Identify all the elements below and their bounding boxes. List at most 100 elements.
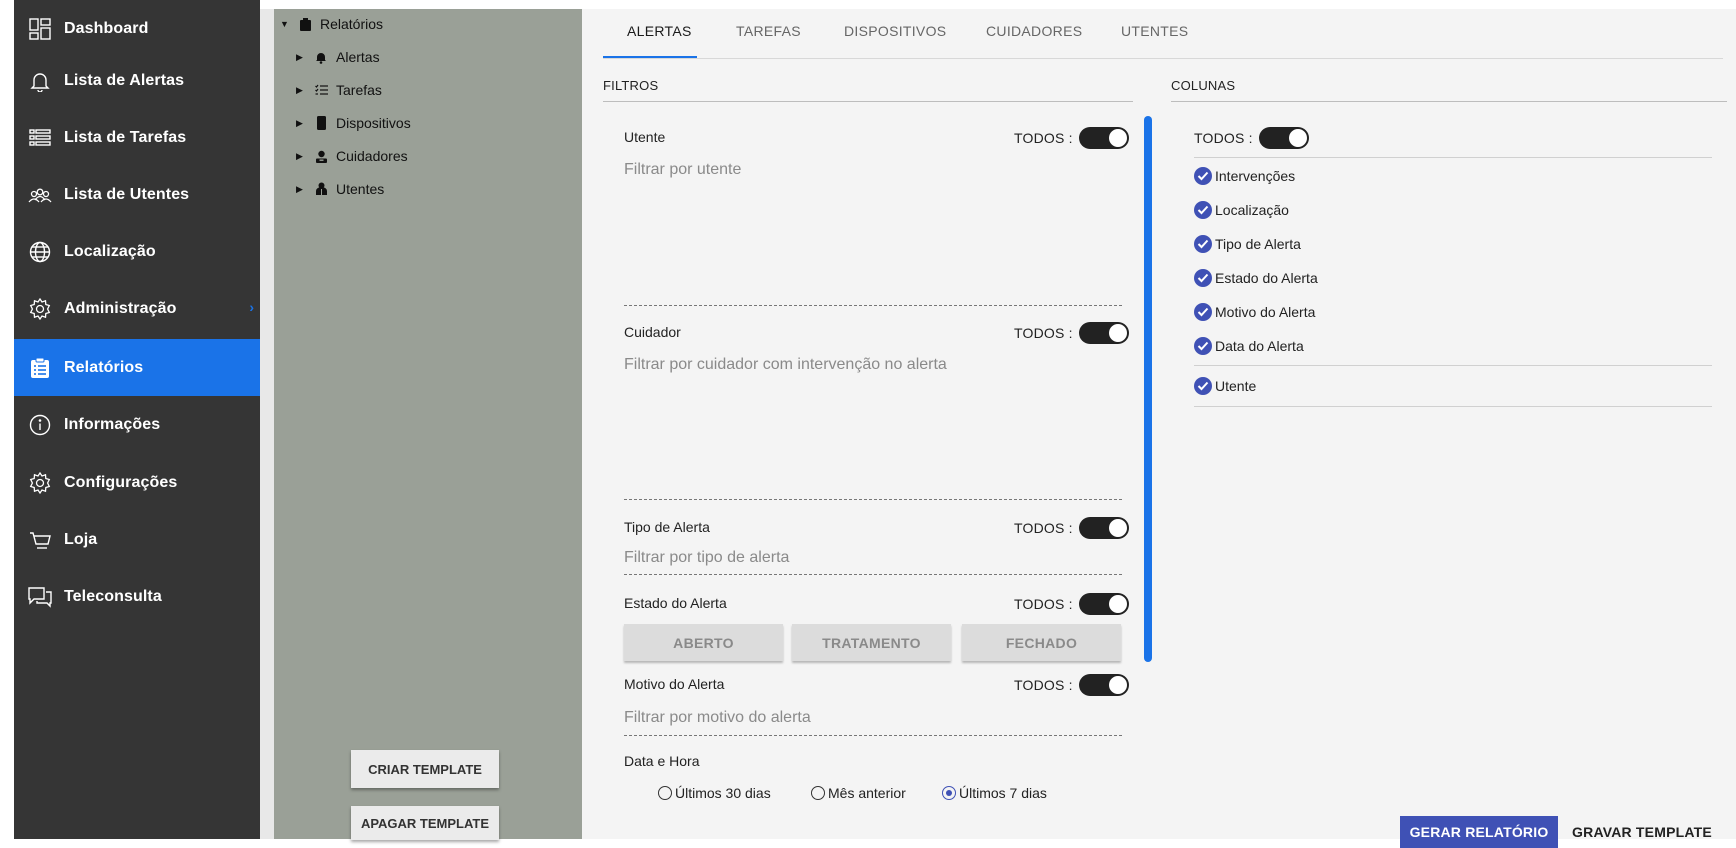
- column-option[interactable]: Intervenções: [1194, 167, 1295, 185]
- todos-label: TODOS :: [1014, 520, 1073, 536]
- filters-title: FILTROS: [603, 78, 659, 93]
- nav-relatorios[interactable]: Relatórios: [14, 339, 260, 396]
- sidebar: Dashboard Lista de Alertas Lista de Tare…: [14, 0, 260, 839]
- caret-right-icon: ▶: [296, 51, 303, 62]
- nav-informacoes[interactable]: Informações: [14, 396, 260, 453]
- check-circle-icon: [1194, 337, 1212, 355]
- todos-label: TODOS :: [1194, 130, 1253, 146]
- nav-label: Localização: [64, 242, 156, 260]
- column-option-utente[interactable]: Utente: [1194, 377, 1256, 395]
- cuidador-filter-label: Cuidador: [624, 324, 681, 340]
- people-icon: [28, 183, 52, 207]
- tree-label: Tarefas: [336, 82, 382, 98]
- nav-configuracoes[interactable]: Configurações: [14, 454, 260, 511]
- radio-mes-anterior[interactable]: Mês anterior: [811, 785, 906, 801]
- create-template-button[interactable]: CRIAR TEMPLATE: [351, 750, 499, 788]
- nav-label: Dashboard: [64, 19, 149, 37]
- cuidador-todos-toggle[interactable]: [1078, 322, 1129, 344]
- patient-icon: [314, 182, 328, 196]
- tree-item-dispositivos[interactable]: ▶ Dispositivos: [296, 115, 411, 131]
- tree-item-utentes[interactable]: ▶ Utentes: [296, 181, 384, 197]
- column-option[interactable]: Estado do Alerta: [1194, 269, 1318, 287]
- tree-item-tarefas[interactable]: ▶ Tarefas: [296, 82, 382, 98]
- cart-icon: [28, 528, 52, 552]
- nav-label: Lista de Tarefas: [64, 128, 187, 146]
- tab-cuidadores[interactable]: CUIDADORES: [986, 23, 1082, 39]
- estado-todos-toggle[interactable]: [1078, 593, 1129, 615]
- tipo-todos: TODOS :: [1014, 517, 1129, 539]
- save-template-button[interactable]: GRAVAR TEMPLATE: [1568, 816, 1716, 848]
- phone-icon: [314, 116, 328, 130]
- check-circle-icon: [1194, 235, 1212, 253]
- estado-aberto-button[interactable]: ABERTO: [624, 624, 783, 661]
- column-label: Localização: [1215, 202, 1289, 218]
- nav-label: Configurações: [64, 473, 178, 491]
- generate-report-button[interactable]: GERAR RELATÓRIO: [1400, 816, 1558, 848]
- tab-alertas[interactable]: ALERTAS: [627, 23, 692, 39]
- radio-circle-selected: [942, 786, 956, 800]
- columns-divider: [1194, 157, 1712, 158]
- tipo-filter-divider: [624, 574, 1122, 575]
- radio-ultimos-30-dias[interactable]: Últimos 30 dias: [658, 785, 771, 801]
- column-option[interactable]: Data do Alerta: [1194, 337, 1304, 355]
- column-option[interactable]: Tipo de Alerta: [1194, 235, 1301, 253]
- tipo-todos-toggle[interactable]: [1078, 517, 1129, 539]
- estado-tratamento-button[interactable]: TRATAMENTO: [792, 624, 951, 661]
- tipo-filter-label: Tipo de Alerta: [624, 519, 710, 535]
- tipo-filter-input[interactable]: Filtrar por tipo de alerta: [624, 549, 789, 567]
- radio-label: Mês anterior: [828, 785, 906, 801]
- columns-todos: TODOS :: [1194, 127, 1309, 149]
- nav-label: Informações: [64, 415, 161, 433]
- todos-label: TODOS :: [1014, 325, 1073, 341]
- nav-lista-tarefas[interactable]: Lista de Tarefas: [14, 109, 260, 166]
- tree-root-relatorios[interactable]: ▼ Relatórios: [280, 16, 383, 32]
- nav-lista-utentes[interactable]: Lista de Utentes: [14, 166, 260, 223]
- column-label: Motivo do Alerta: [1215, 304, 1316, 320]
- nav-label: Administração: [64, 299, 177, 317]
- tree-item-cuidadores[interactable]: ▶ Cuidadores: [296, 148, 408, 164]
- delete-template-button[interactable]: APAGAR TEMPLATE: [351, 806, 499, 840]
- check-circle-icon: [1194, 167, 1212, 185]
- estado-filter-label: Estado do Alerta: [624, 595, 727, 611]
- motivo-filter-input[interactable]: Filtrar por motivo do alerta: [624, 709, 811, 727]
- utente-todos: TODOS :: [1014, 127, 1129, 149]
- clipboard-icon: [298, 17, 312, 31]
- columns-todos-toggle[interactable]: [1258, 127, 1309, 149]
- column-option[interactable]: Localização: [1194, 201, 1289, 219]
- columns-divider: [1194, 365, 1712, 366]
- nav-localizacao[interactable]: Localização: [14, 223, 260, 280]
- caregiver-icon: [314, 149, 328, 163]
- caret-right-icon: ▶: [296, 117, 303, 128]
- clipboard-icon: [28, 356, 52, 380]
- utente-todos-toggle[interactable]: [1078, 127, 1129, 149]
- tree-item-alertas[interactable]: ▶ Alertas: [296, 49, 380, 65]
- cuidador-filter-divider: [624, 499, 1122, 500]
- nav-loja[interactable]: Loja: [14, 511, 260, 568]
- checklist-icon: [314, 83, 328, 97]
- utente-filter-input[interactable]: Filtrar por utente: [624, 161, 741, 179]
- nav-administracao[interactable]: Administração ›: [14, 280, 260, 337]
- todos-label: TODOS :: [1014, 130, 1073, 146]
- column-option[interactable]: Motivo do Alerta: [1194, 303, 1315, 321]
- cuidador-filter-input[interactable]: Filtrar por cuidador com intervenção no …: [624, 356, 947, 374]
- globe-icon: [28, 240, 52, 264]
- filters-scrollbar[interactable]: [1144, 116, 1152, 662]
- nav-label: Relatórios: [64, 358, 144, 376]
- todos-label: TODOS :: [1014, 677, 1073, 693]
- nav-label: Lista de Alertas: [64, 71, 185, 89]
- radio-ultimos-7-dias[interactable]: Últimos 7 dias: [942, 785, 1047, 801]
- motivo-todos: TODOS :: [1014, 674, 1129, 696]
- nav-teleconsulta[interactable]: Teleconsulta: [14, 568, 260, 625]
- motivo-filter-divider: [624, 735, 1122, 736]
- dashboard-icon: [28, 17, 52, 41]
- tab-tarefas[interactable]: TAREFAS: [736, 23, 801, 39]
- nav-lista-alertas[interactable]: Lista de Alertas: [14, 52, 260, 109]
- motivo-todos-toggle[interactable]: [1078, 674, 1129, 696]
- nav-dashboard[interactable]: Dashboard: [14, 0, 260, 57]
- tab-utentes[interactable]: UTENTES: [1121, 23, 1188, 39]
- estado-fechado-button[interactable]: FECHADO: [962, 624, 1121, 661]
- column-label: Data do Alerta: [1215, 338, 1304, 354]
- column-label: Estado do Alerta: [1215, 270, 1318, 286]
- check-circle-icon: [1194, 303, 1212, 321]
- tab-dispositivos[interactable]: DISPOSITIVOS: [844, 23, 946, 39]
